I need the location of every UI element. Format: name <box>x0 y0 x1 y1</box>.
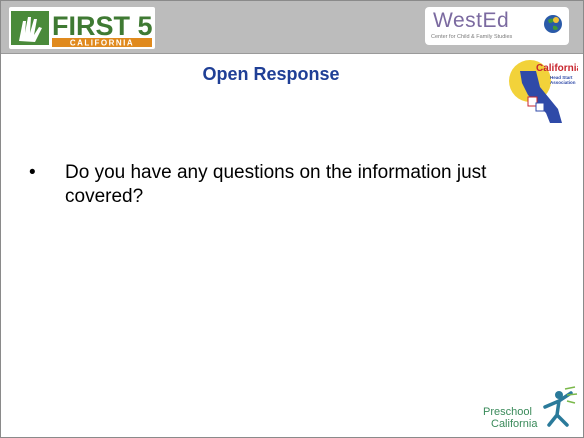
bullet-item: • Do you have any questions on the infor… <box>29 161 549 209</box>
bullet-list: • Do you have any questions on the infor… <box>29 161 549 209</box>
first5-sub-text: CALIFORNIA <box>70 39 134 48</box>
slide-title: Open Response <box>202 64 340 84</box>
wested-logo: WestEd Center for Child & Family Studies <box>425 7 569 45</box>
wested-main-text: WestEd <box>433 9 510 32</box>
preschool-line2: California <box>491 418 538 430</box>
header-band: FIRST 5 CALIFORNIA WestEd Center for Chi… <box>1 1 583 54</box>
preschool-california-logo: Preschool California <box>483 386 578 430</box>
wested-sub-text: Center for Child & Family Studies <box>431 34 513 40</box>
slide: FIRST 5 CALIFORNIA WestEd Center for Chi… <box>0 0 584 438</box>
hsa-line3: Association <box>550 80 576 85</box>
bullet-marker: • <box>29 162 36 183</box>
bullet-text: Do you have any questions on the informa… <box>65 162 487 207</box>
hand-icon <box>11 11 49 45</box>
hsa-line1: California <box>536 63 578 74</box>
first5-california-logo: FIRST 5 CALIFORNIA <box>9 7 155 49</box>
california-head-start-association-logo: California Head Start Association <box>509 60 578 123</box>
first5-main-text: FIRST 5 <box>52 11 153 41</box>
child-figure-icon <box>543 386 578 427</box>
preschool-line1: Preschool <box>483 406 532 418</box>
globe-icon <box>544 15 562 33</box>
